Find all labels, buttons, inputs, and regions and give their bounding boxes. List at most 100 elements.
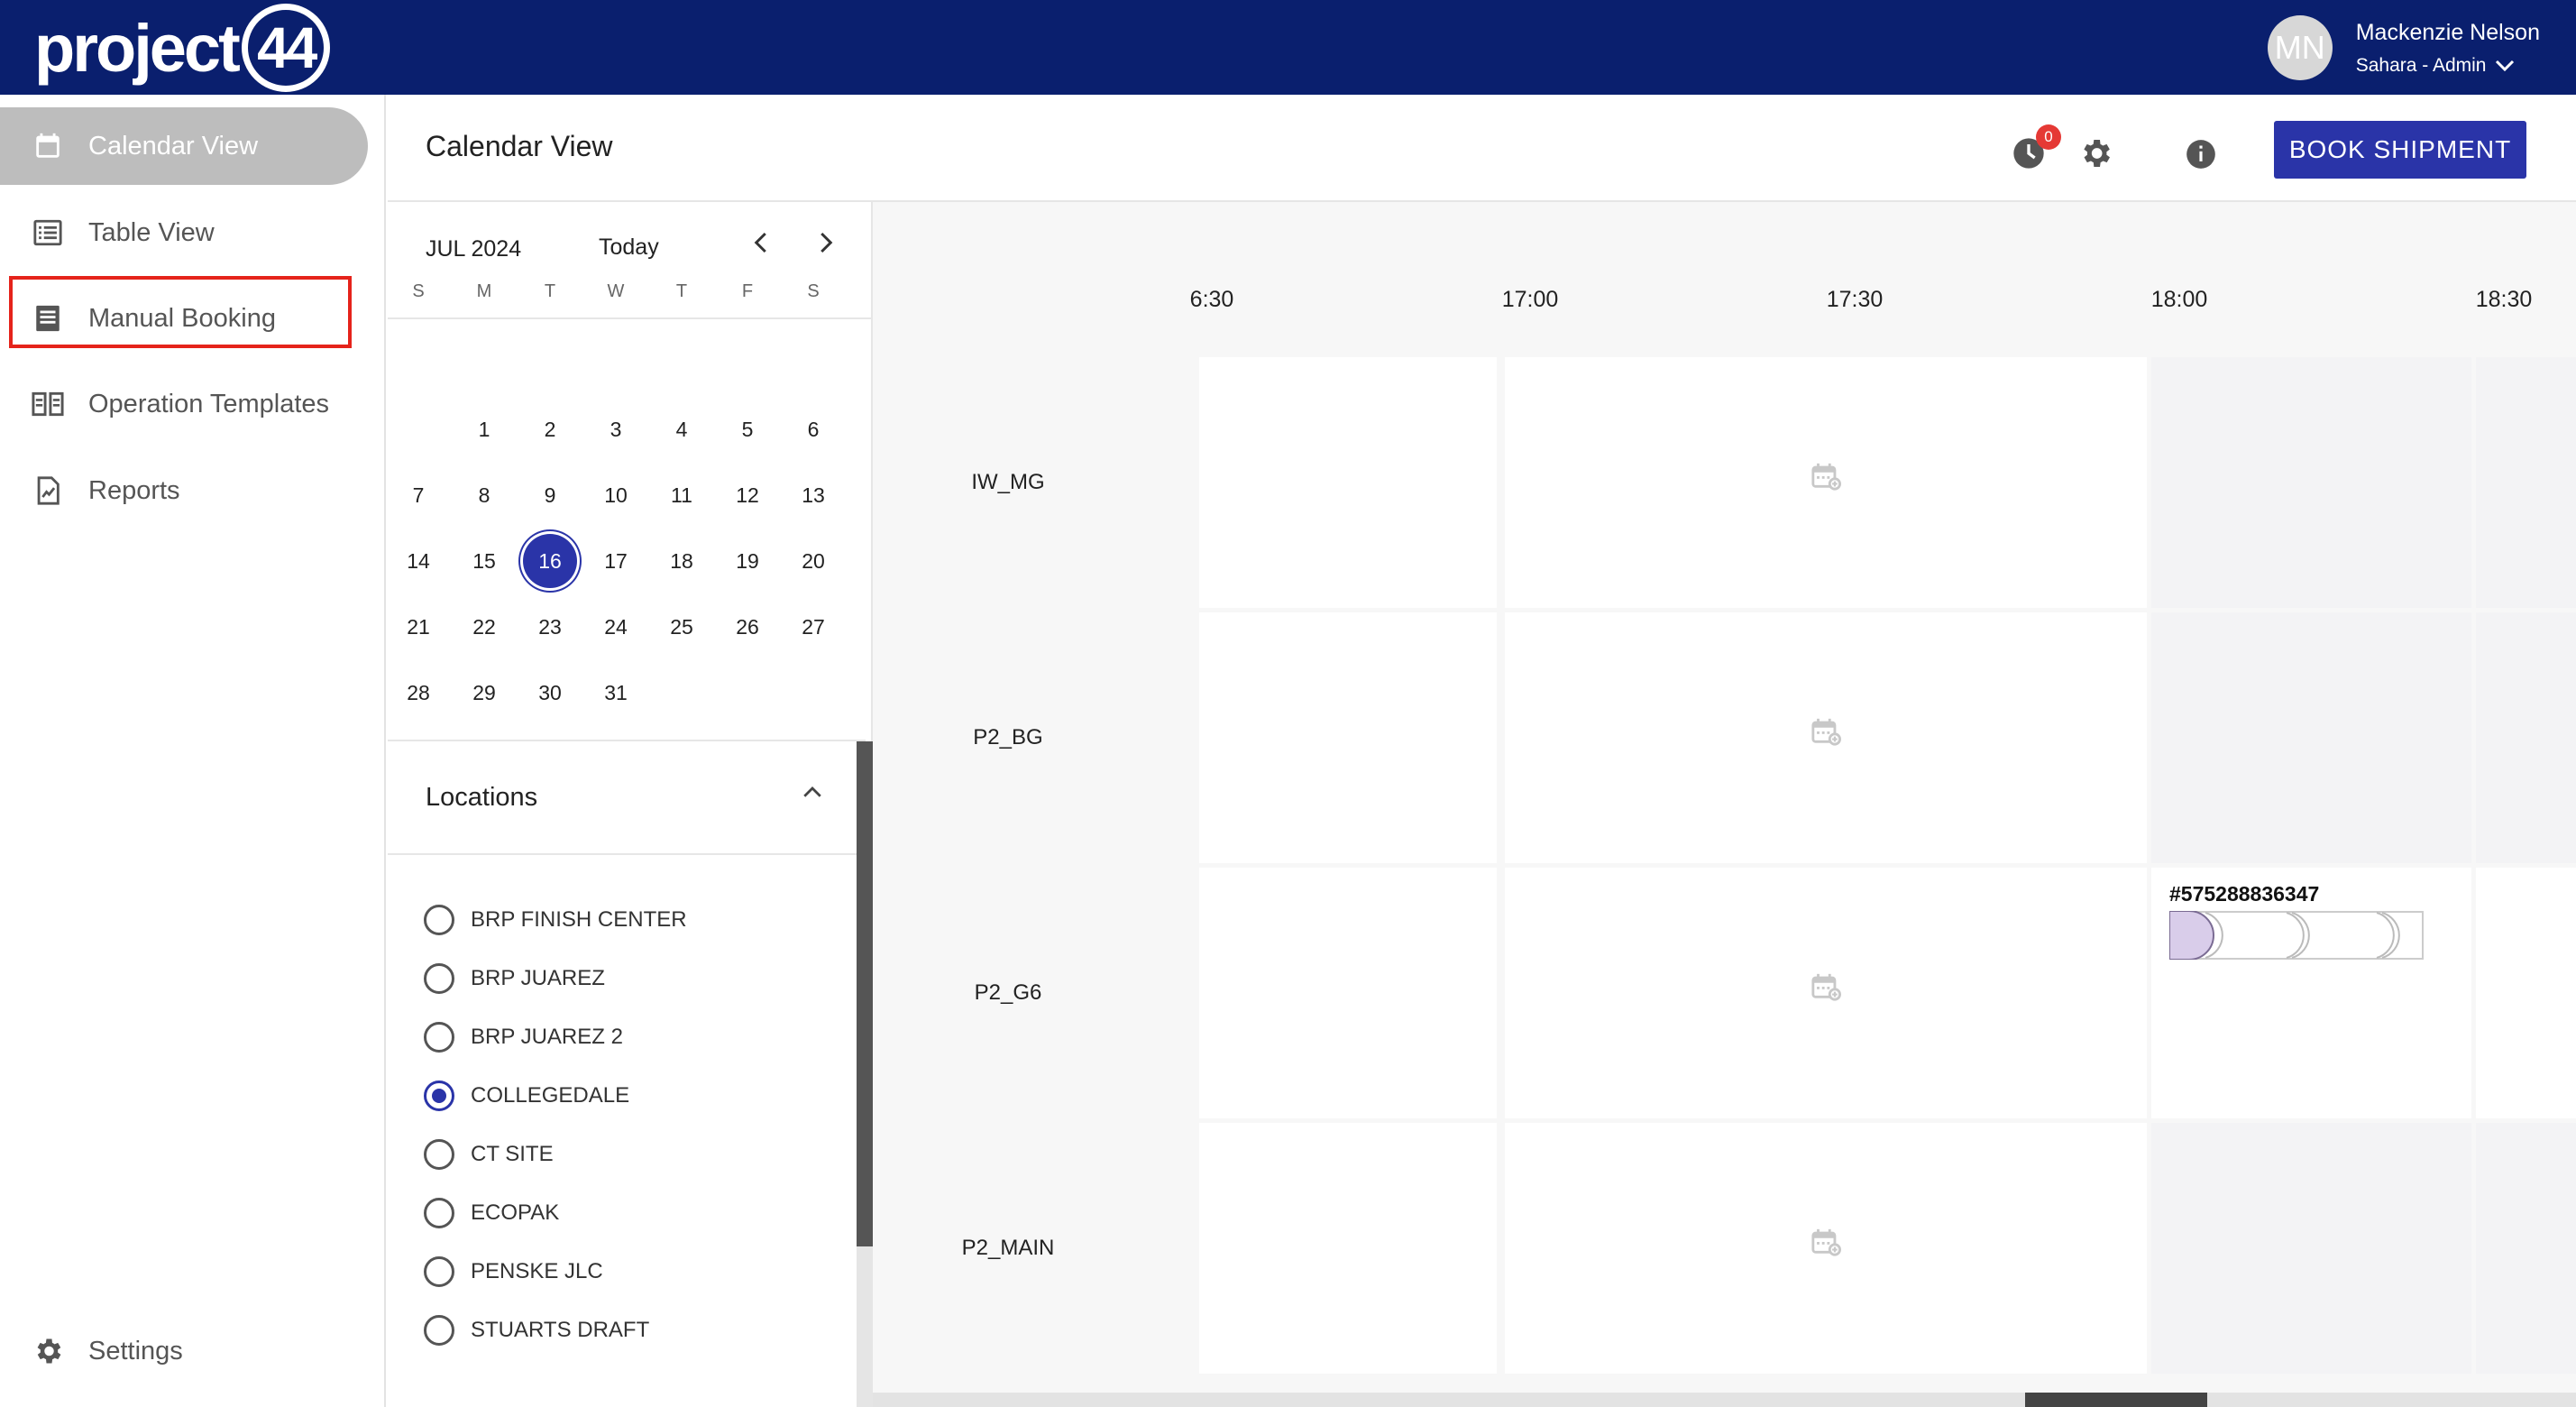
- location-option[interactable]: CT SITE: [424, 1136, 554, 1172]
- calendar-day[interactable]: 29: [457, 666, 511, 720]
- calendar-day[interactable]: 23: [523, 600, 577, 654]
- calendar-day[interactable]: 9: [523, 468, 577, 522]
- weekday-label: T: [544, 281, 556, 301]
- weekday-label: M: [476, 281, 492, 301]
- locations-collapse-button[interactable]: [799, 779, 826, 811]
- radio-unchecked-icon[interactable]: [424, 905, 454, 935]
- book-shipment-button[interactable]: BOOK SHIPMENT: [2274, 121, 2526, 179]
- calendar-day[interactable]: 2: [523, 402, 577, 456]
- shipment-progress[interactable]: [2169, 911, 2424, 960]
- time-slot-cell[interactable]: [2476, 357, 2576, 608]
- time-slot-cell[interactable]: [1505, 1123, 2147, 1374]
- location-option[interactable]: BRP JUAREZ: [424, 961, 605, 997]
- time-slot-cell[interactable]: [1505, 868, 2147, 1118]
- calendar-add-icon[interactable]: [1811, 717, 1841, 750]
- radio-unchecked-icon[interactable]: [424, 1256, 454, 1287]
- location-label: BRP FINISH CENTER: [471, 907, 687, 932]
- user-role-dropdown[interactable]: Sahara - Admin: [2356, 55, 2540, 77]
- calendar-day[interactable]: 21: [391, 600, 445, 654]
- info-button[interactable]: [2184, 137, 2218, 171]
- user-role: Sahara - Admin: [2355, 54, 2487, 76]
- today-button[interactable]: Today: [599, 234, 659, 261]
- calendar-add-icon[interactable]: [1811, 1228, 1841, 1261]
- sidebar-item-reports[interactable]: Reports: [0, 452, 368, 529]
- calendar-day[interactable]: 25: [655, 600, 709, 654]
- location-option[interactable]: BRP JUAREZ 2: [424, 1019, 623, 1055]
- radio-unchecked-icon[interactable]: [424, 1198, 454, 1228]
- sidebar-item-label: Reports: [88, 475, 180, 505]
- timeline-scrollbar-thumb[interactable]: [2025, 1393, 2207, 1407]
- calendar-day[interactable]: 13: [786, 468, 840, 522]
- radio-checked-icon[interactable]: [424, 1081, 454, 1111]
- calendar-day-selected[interactable]: 16: [523, 534, 577, 588]
- previous-month-button[interactable]: [748, 229, 775, 261]
- calendar-day[interactable]: 28: [391, 666, 445, 720]
- weekday-label: F: [741, 281, 754, 301]
- location-label: BRP JUAREZ 2: [471, 1025, 623, 1049]
- radio-unchecked-icon[interactable]: [424, 1139, 454, 1170]
- time-slot-cell[interactable]: [2476, 1123, 2576, 1374]
- calendar-day[interactable]: 18: [655, 534, 709, 588]
- calendar-day[interactable]: 15: [457, 534, 511, 588]
- location-option[interactable]: BRP FINISH CENTER: [424, 902, 687, 938]
- user-menu[interactable]: MN Mackenzie Nelson Sahara - Admin: [2267, 15, 2540, 80]
- calendar-day[interactable]: 14: [391, 534, 445, 588]
- calendar-day[interactable]: 8: [457, 468, 511, 522]
- project44-logo[interactable]: project 44: [34, 4, 330, 92]
- calendar-day[interactable]: 11: [655, 468, 709, 522]
- time-slot-cell[interactable]: [1505, 612, 2147, 863]
- radio-unchecked-icon[interactable]: [424, 1315, 454, 1346]
- calendar-day[interactable]: 6: [786, 402, 840, 456]
- calendar-day[interactable]: 31: [589, 666, 643, 720]
- time-slot-cell[interactable]: [2476, 612, 2576, 863]
- time-slot-cell[interactable]: [1505, 357, 2147, 608]
- calendar-day[interactable]: 24: [589, 600, 643, 654]
- sidebar-item-calendar-view[interactable]: Calendar View: [0, 107, 368, 185]
- locations-scrollbar-thumb[interactable]: [857, 741, 873, 1246]
- radio-unchecked-icon[interactable]: [424, 963, 454, 994]
- calendar-day[interactable]: 17: [589, 534, 643, 588]
- timeline-scrollbar-track[interactable]: [873, 1393, 2576, 1407]
- location-option[interactable]: PENSKE JLC: [424, 1254, 603, 1290]
- chevron-left-icon: [754, 232, 766, 253]
- location-label: BRP JUAREZ: [471, 966, 605, 990]
- calendar-day[interactable]: 4: [655, 402, 709, 456]
- time-slot-cell[interactable]: [1199, 612, 1497, 863]
- calendar-day[interactable]: 10: [589, 468, 643, 522]
- calendar-day[interactable]: 5: [720, 402, 775, 456]
- dock-row-label: P2_G6: [974, 980, 1042, 1005]
- calendar-day[interactable]: 12: [720, 468, 775, 522]
- settings-button[interactable]: [2077, 135, 2113, 171]
- locations-divider-top: [388, 740, 866, 741]
- calendar-day[interactable]: 30: [523, 666, 577, 720]
- operation-templates-highlight: [9, 276, 352, 348]
- time-slot-cell[interactable]: [2151, 357, 2471, 608]
- time-slot-cell[interactable]: [2151, 612, 2471, 863]
- time-slot-cell[interactable]: [1199, 868, 1497, 1118]
- time-slot-cell[interactable]: [2151, 1123, 2471, 1374]
- list-icon: [31, 216, 65, 250]
- sidebar-item-table-view[interactable]: Table View: [0, 194, 368, 271]
- sidebar-item-operation-templates[interactable]: Operation Templates: [0, 365, 368, 443]
- calendar-add-icon[interactable]: [1811, 462, 1841, 495]
- shipment-id[interactable]: #575288836347: [2169, 882, 2319, 906]
- calendar-day[interactable]: 22: [457, 600, 511, 654]
- next-month-button[interactable]: [811, 229, 839, 261]
- time-slot-cell[interactable]: [1199, 357, 1497, 608]
- calendar-day[interactable]: 20: [786, 534, 840, 588]
- location-option[interactable]: COLLEGEDALE: [424, 1078, 629, 1114]
- weekday-label: S: [807, 281, 820, 301]
- location-option[interactable]: STUARTS DRAFT: [424, 1312, 649, 1348]
- location-option[interactable]: ECOPAK: [424, 1195, 559, 1231]
- sidebar-item-settings[interactable]: Settings: [0, 1312, 368, 1390]
- calendar-day[interactable]: 1: [457, 402, 511, 456]
- calendar-add-icon[interactable]: [1811, 972, 1841, 1006]
- calendar-day[interactable]: 19: [720, 534, 775, 588]
- calendar-day[interactable]: 26: [720, 600, 775, 654]
- time-slot-cell[interactable]: [2476, 868, 2576, 1118]
- radio-unchecked-icon[interactable]: [424, 1022, 454, 1053]
- calendar-day[interactable]: 27: [786, 600, 840, 654]
- time-slot-cell[interactable]: [1199, 1123, 1497, 1374]
- calendar-day[interactable]: 7: [391, 468, 445, 522]
- calendar-day[interactable]: 3: [589, 402, 643, 456]
